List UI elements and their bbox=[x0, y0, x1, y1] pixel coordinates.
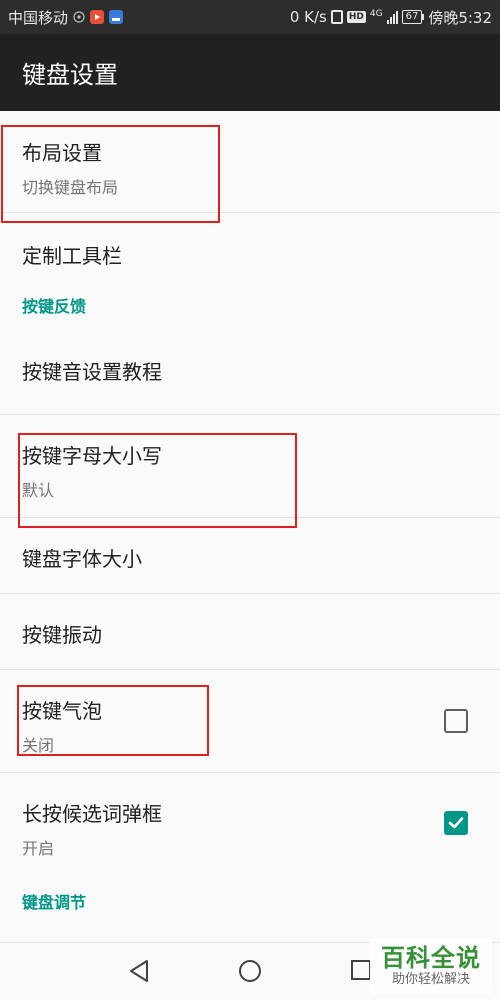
key-case-item[interactable]: 按键字母大小写 默认 bbox=[0, 415, 500, 517]
long-press-popup-item[interactable]: 长按候选词弹框 开启 bbox=[0, 773, 500, 873]
back-icon[interactable] bbox=[128, 959, 150, 987]
section-header-adjust: 键盘调节 bbox=[22, 893, 87, 912]
key-vibration-item[interactable]: 按键振动 bbox=[0, 594, 500, 669]
key-bubble-checkbox[interactable] bbox=[444, 709, 468, 733]
nfc-icon bbox=[73, 11, 85, 23]
carrier-label: 中国移动 bbox=[8, 8, 69, 27]
settings-list: 布局设置 切换键盘布局 定制工具栏 按键反馈 按键音设置教程 按键字母大小写 默… bbox=[0, 111, 500, 933]
battery-icon: 67 bbox=[401, 10, 425, 24]
recents-icon[interactable] bbox=[350, 959, 372, 985]
key-sound-tutorial-item[interactable]: 按键音设置教程 bbox=[0, 337, 500, 414]
customize-toolbar-title: 定制工具栏 bbox=[22, 244, 122, 268]
font-size-item[interactable]: 键盘字体大小 bbox=[0, 518, 500, 593]
long-press-popup-checkbox[interactable] bbox=[444, 811, 468, 835]
watermark-subtitle: 助你轻松解决 bbox=[391, 972, 470, 987]
watermark-logo: 百科全说 助你轻松解决 bbox=[370, 938, 492, 994]
layout-settings-title: 布局设置 bbox=[22, 141, 102, 165]
page-title: 键盘设置 bbox=[22, 61, 118, 89]
clock: 傍晚5:32 bbox=[428, 8, 492, 27]
watermark-title: 百科全说 bbox=[381, 944, 481, 972]
key-sound-tutorial-title: 按键音设置教程 bbox=[22, 360, 162, 384]
signal-icon bbox=[386, 10, 398, 24]
key-case-title: 按键字母大小写 bbox=[22, 444, 162, 468]
key-bubble-item[interactable]: 按键气泡 关闭 bbox=[0, 670, 500, 772]
check-icon bbox=[448, 817, 464, 829]
vibrate-icon bbox=[330, 10, 343, 24]
status-bar: 中国移动 0 K/s HD 4G 67 傍晚5:32 bbox=[0, 0, 500, 34]
key-bubble-title: 按键气泡 bbox=[22, 699, 102, 723]
section-header-feedback: 按键反馈 bbox=[22, 297, 87, 316]
browser-app-icon bbox=[109, 10, 124, 24]
hd-badge: HD bbox=[346, 11, 366, 23]
battery-level: 67 bbox=[401, 10, 423, 24]
long-press-popup-summary: 开启 bbox=[22, 839, 55, 858]
layout-settings-item[interactable]: 布局设置 切换键盘布局 bbox=[0, 111, 500, 212]
font-size-title: 键盘字体大小 bbox=[22, 547, 142, 571]
home-icon[interactable] bbox=[238, 959, 262, 987]
key-vibration-title: 按键振动 bbox=[22, 623, 102, 647]
key-case-summary: 默认 bbox=[22, 481, 55, 500]
layout-settings-summary: 切换键盘布局 bbox=[22, 178, 119, 197]
key-bubble-summary: 关闭 bbox=[22, 736, 55, 755]
app-bar: 键盘设置 bbox=[0, 34, 500, 111]
long-press-popup-title: 长按候选词弹框 bbox=[22, 802, 162, 826]
customize-toolbar-item[interactable]: 定制工具栏 bbox=[0, 213, 500, 291]
network-type: 4G bbox=[369, 8, 383, 19]
network-speed: 0 K/s bbox=[289, 8, 327, 26]
video-app-icon bbox=[90, 10, 105, 24]
